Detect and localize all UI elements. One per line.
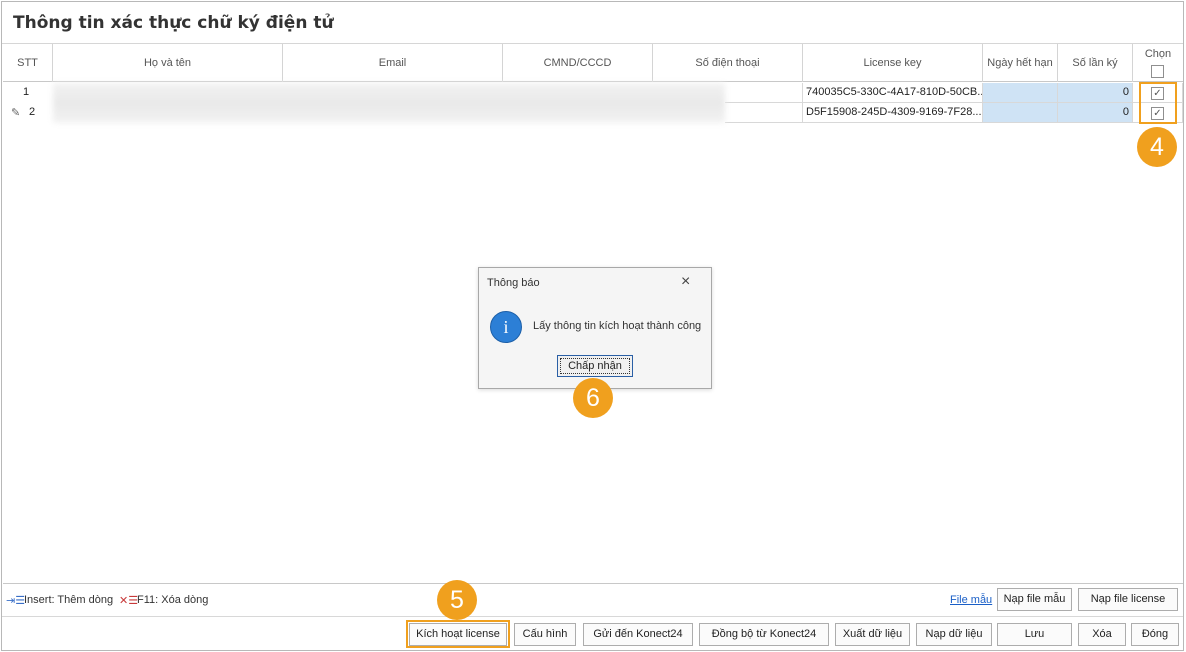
import-license-button[interactable]: Nạp file license <box>1078 588 1178 611</box>
col-header-stt[interactable]: STT <box>3 44 53 82</box>
callout-6-badge: 6 <box>573 378 613 418</box>
send-konect-button[interactable]: Gửi đến Konect24 <box>583 623 693 646</box>
save-button[interactable]: Lưu <box>997 623 1072 646</box>
dialog-title: Thông báo <box>487 277 540 289</box>
delete-row-icon: ✕☰ <box>119 595 139 607</box>
insert-hint: Insert: Thêm dòng <box>24 594 114 606</box>
redacted-personal-info <box>53 83 725 123</box>
delete-hint: F11: Xóa dòng <box>137 594 209 606</box>
callout-5-badge: 5 <box>437 580 477 620</box>
import-template-button[interactable]: Nạp file mẫu <box>997 588 1072 611</box>
info-dialog: Thông báo × i Lấy thông tin kích hoạt th… <box>478 267 712 389</box>
template-file-link[interactable]: File mẫu <box>950 594 992 606</box>
expiry-cell[interactable] <box>983 103 1058 123</box>
sync-konect-button[interactable]: Đồng bộ từ Konect24 <box>699 623 829 646</box>
activate-license-button[interactable]: Kích hoạt license <box>409 623 507 646</box>
insert-row-icon: ⇥☰ <box>6 595 26 607</box>
page-title: Thông tin xác thực chữ ký điện tử <box>13 13 334 33</box>
sign-count-cell[interactable]: 0 <box>1058 83 1133 103</box>
col-header-license-key[interactable]: License key <box>803 44 983 82</box>
export-data-button[interactable]: Xuất dữ liệu <box>835 623 910 646</box>
row-stt: 2 <box>29 106 36 118</box>
row-stt: 1 <box>23 86 30 98</box>
sign-count-cell[interactable]: 0 <box>1058 103 1133 123</box>
phone-cell[interactable] <box>725 83 803 103</box>
col-header-phone[interactable]: Số điện thoại <box>653 44 803 82</box>
license-key-cell[interactable]: 740035C5-330C-4A17-810D-50CB... <box>803 83 983 103</box>
license-key-cell[interactable]: D5F15908-245D-4309-9169-7F28... <box>803 103 983 123</box>
config-button[interactable]: Cấu hình <box>514 623 576 646</box>
callout-4-badge: 4 <box>1137 127 1177 167</box>
title-bar: Thông tin xác thực chữ ký điện tử <box>2 2 1183 44</box>
divider <box>2 616 1183 617</box>
close-icon[interactable]: × <box>681 273 690 291</box>
delete-button[interactable]: Xóa <box>1078 623 1126 646</box>
info-icon: i <box>490 311 522 343</box>
col-header-id[interactable]: CMND/CCCD <box>503 44 653 82</box>
main-window: Thông tin xác thực chữ ký điện tử STT Họ… <box>1 1 1184 651</box>
dialog-message: Lấy thông tin kích hoạt thành công <box>533 320 702 332</box>
select-checkbox-highlight <box>1139 82 1177 124</box>
col-header-name[interactable]: Họ và tên <box>53 44 283 82</box>
col-header-expiry[interactable]: Ngày hết hạn <box>983 44 1058 82</box>
phone-cell[interactable] <box>725 103 803 123</box>
dialog-ok-button[interactable]: Chấp nhận <box>557 355 633 377</box>
col-header-sign-count[interactable]: Số lần ký <box>1058 44 1133 82</box>
grid-header: STT Họ và tên Email CMND/CCCD Số điện th… <box>3 44 1183 82</box>
expiry-cell[interactable] <box>983 83 1058 103</box>
select-all-checkbox[interactable] <box>1151 65 1164 78</box>
col-header-select-label: Chọn <box>1144 48 1172 60</box>
close-button[interactable]: Đóng <box>1131 623 1179 646</box>
col-header-email[interactable]: Email <box>283 44 503 82</box>
import-data-button[interactable]: Nạp dữ liệu <box>916 623 992 646</box>
